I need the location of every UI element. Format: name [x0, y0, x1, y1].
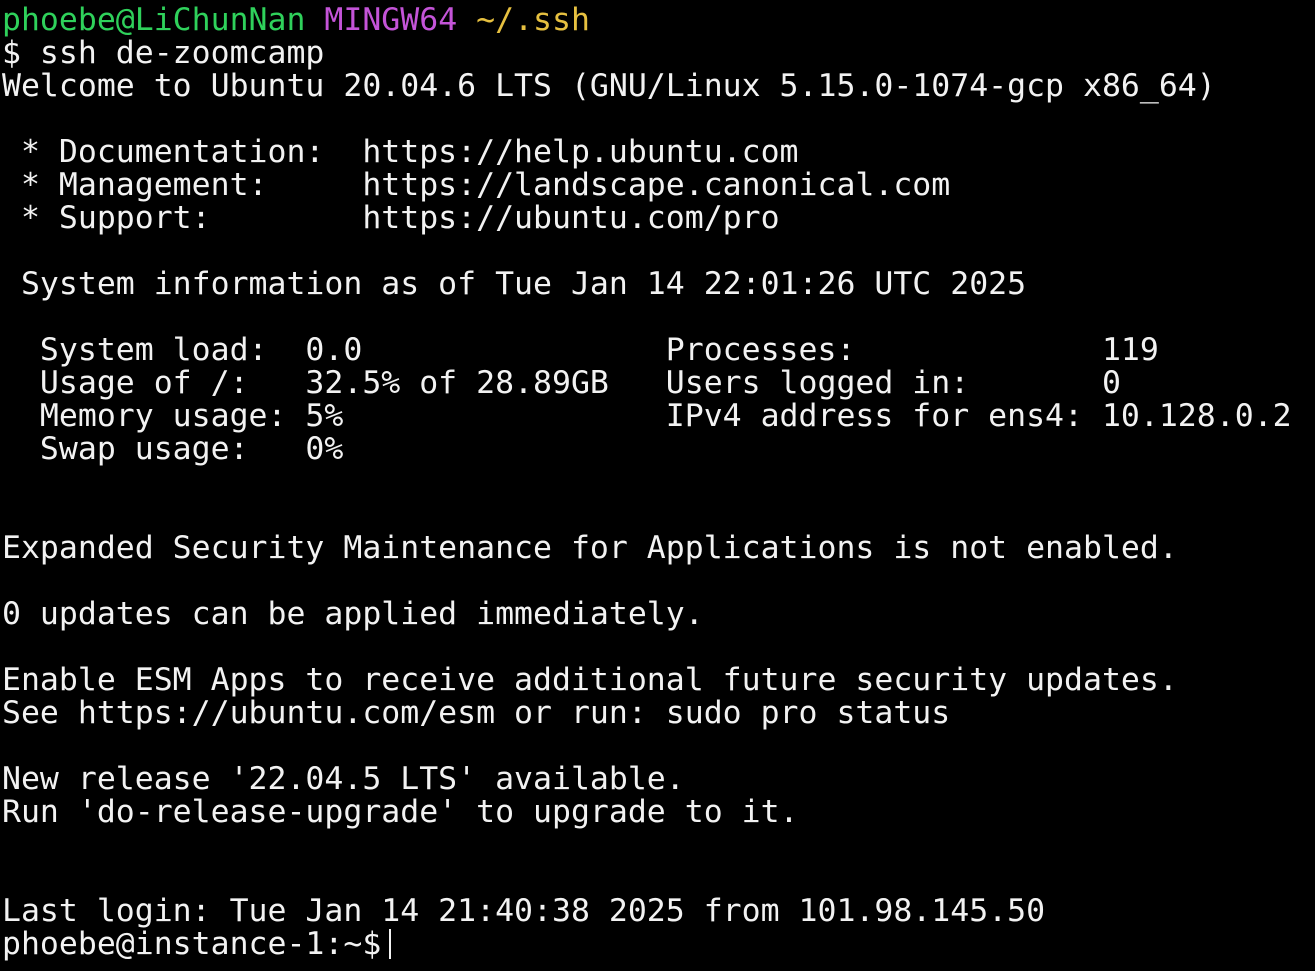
sysinfo-row: Memory usage: 5% IPv4 address for ens4: …	[2, 398, 1292, 434]
sysinfo-row: Swap usage: 0%	[2, 431, 344, 467]
welcome-line: Welcome to Ubuntu 20.04.6 LTS (GNU/Linux…	[2, 68, 1216, 104]
sysinfo-row: Usage of /: 32.5% of 28.89GB Users logge…	[2, 365, 1121, 401]
remote-prompt: phoebe@instance-1:~$	[2, 926, 382, 962]
esm-notice-line: Expanded Security Maintenance for Applic…	[2, 530, 1178, 566]
prompt-path: ~/.ssh	[476, 2, 590, 38]
terminal-window[interactable]: phoebe@LiChunNan MINGW64 ~/.ssh $ ssh de…	[0, 0, 1315, 971]
sysinfo-row: System load: 0.0 Processes: 119	[2, 332, 1159, 368]
management-link-line: * Management: https://landscape.canonica…	[2, 167, 951, 203]
last-login-line: Last login: Tue Jan 14 21:40:38 2025 fro…	[2, 893, 1046, 929]
documentation-link-line: * Documentation: https://help.ubuntu.com	[2, 134, 799, 170]
esm-see-line: See https://ubuntu.com/esm or run: sudo …	[2, 695, 951, 731]
local-prompt-line: phoebe@LiChunNan MINGW64 ~/.ssh	[2, 4, 1315, 37]
remote-prompt-line[interactable]: phoebe@instance-1:~$	[2, 928, 1315, 961]
support-link-line: * Support: https://ubuntu.com/pro	[2, 200, 780, 236]
prompt-user-host: phoebe@LiChunNan	[2, 2, 306, 38]
updates-notice-line: 0 updates can be applied immediately.	[2, 596, 704, 632]
prompt-env: MINGW64	[324, 2, 458, 38]
new-release-line: New release '22.04.5 LTS' available.	[2, 761, 685, 797]
text-cursor[interactable]	[389, 929, 392, 959]
command-line: $ ssh de-zoomcamp	[2, 35, 325, 71]
esm-enable-line: Enable ESM Apps to receive additional fu…	[2, 662, 1178, 698]
upgrade-hint-line: Run 'do-release-upgrade' to upgrade to i…	[2, 794, 799, 830]
sysinfo-header: System information as of Tue Jan 14 22:0…	[2, 266, 1027, 302]
